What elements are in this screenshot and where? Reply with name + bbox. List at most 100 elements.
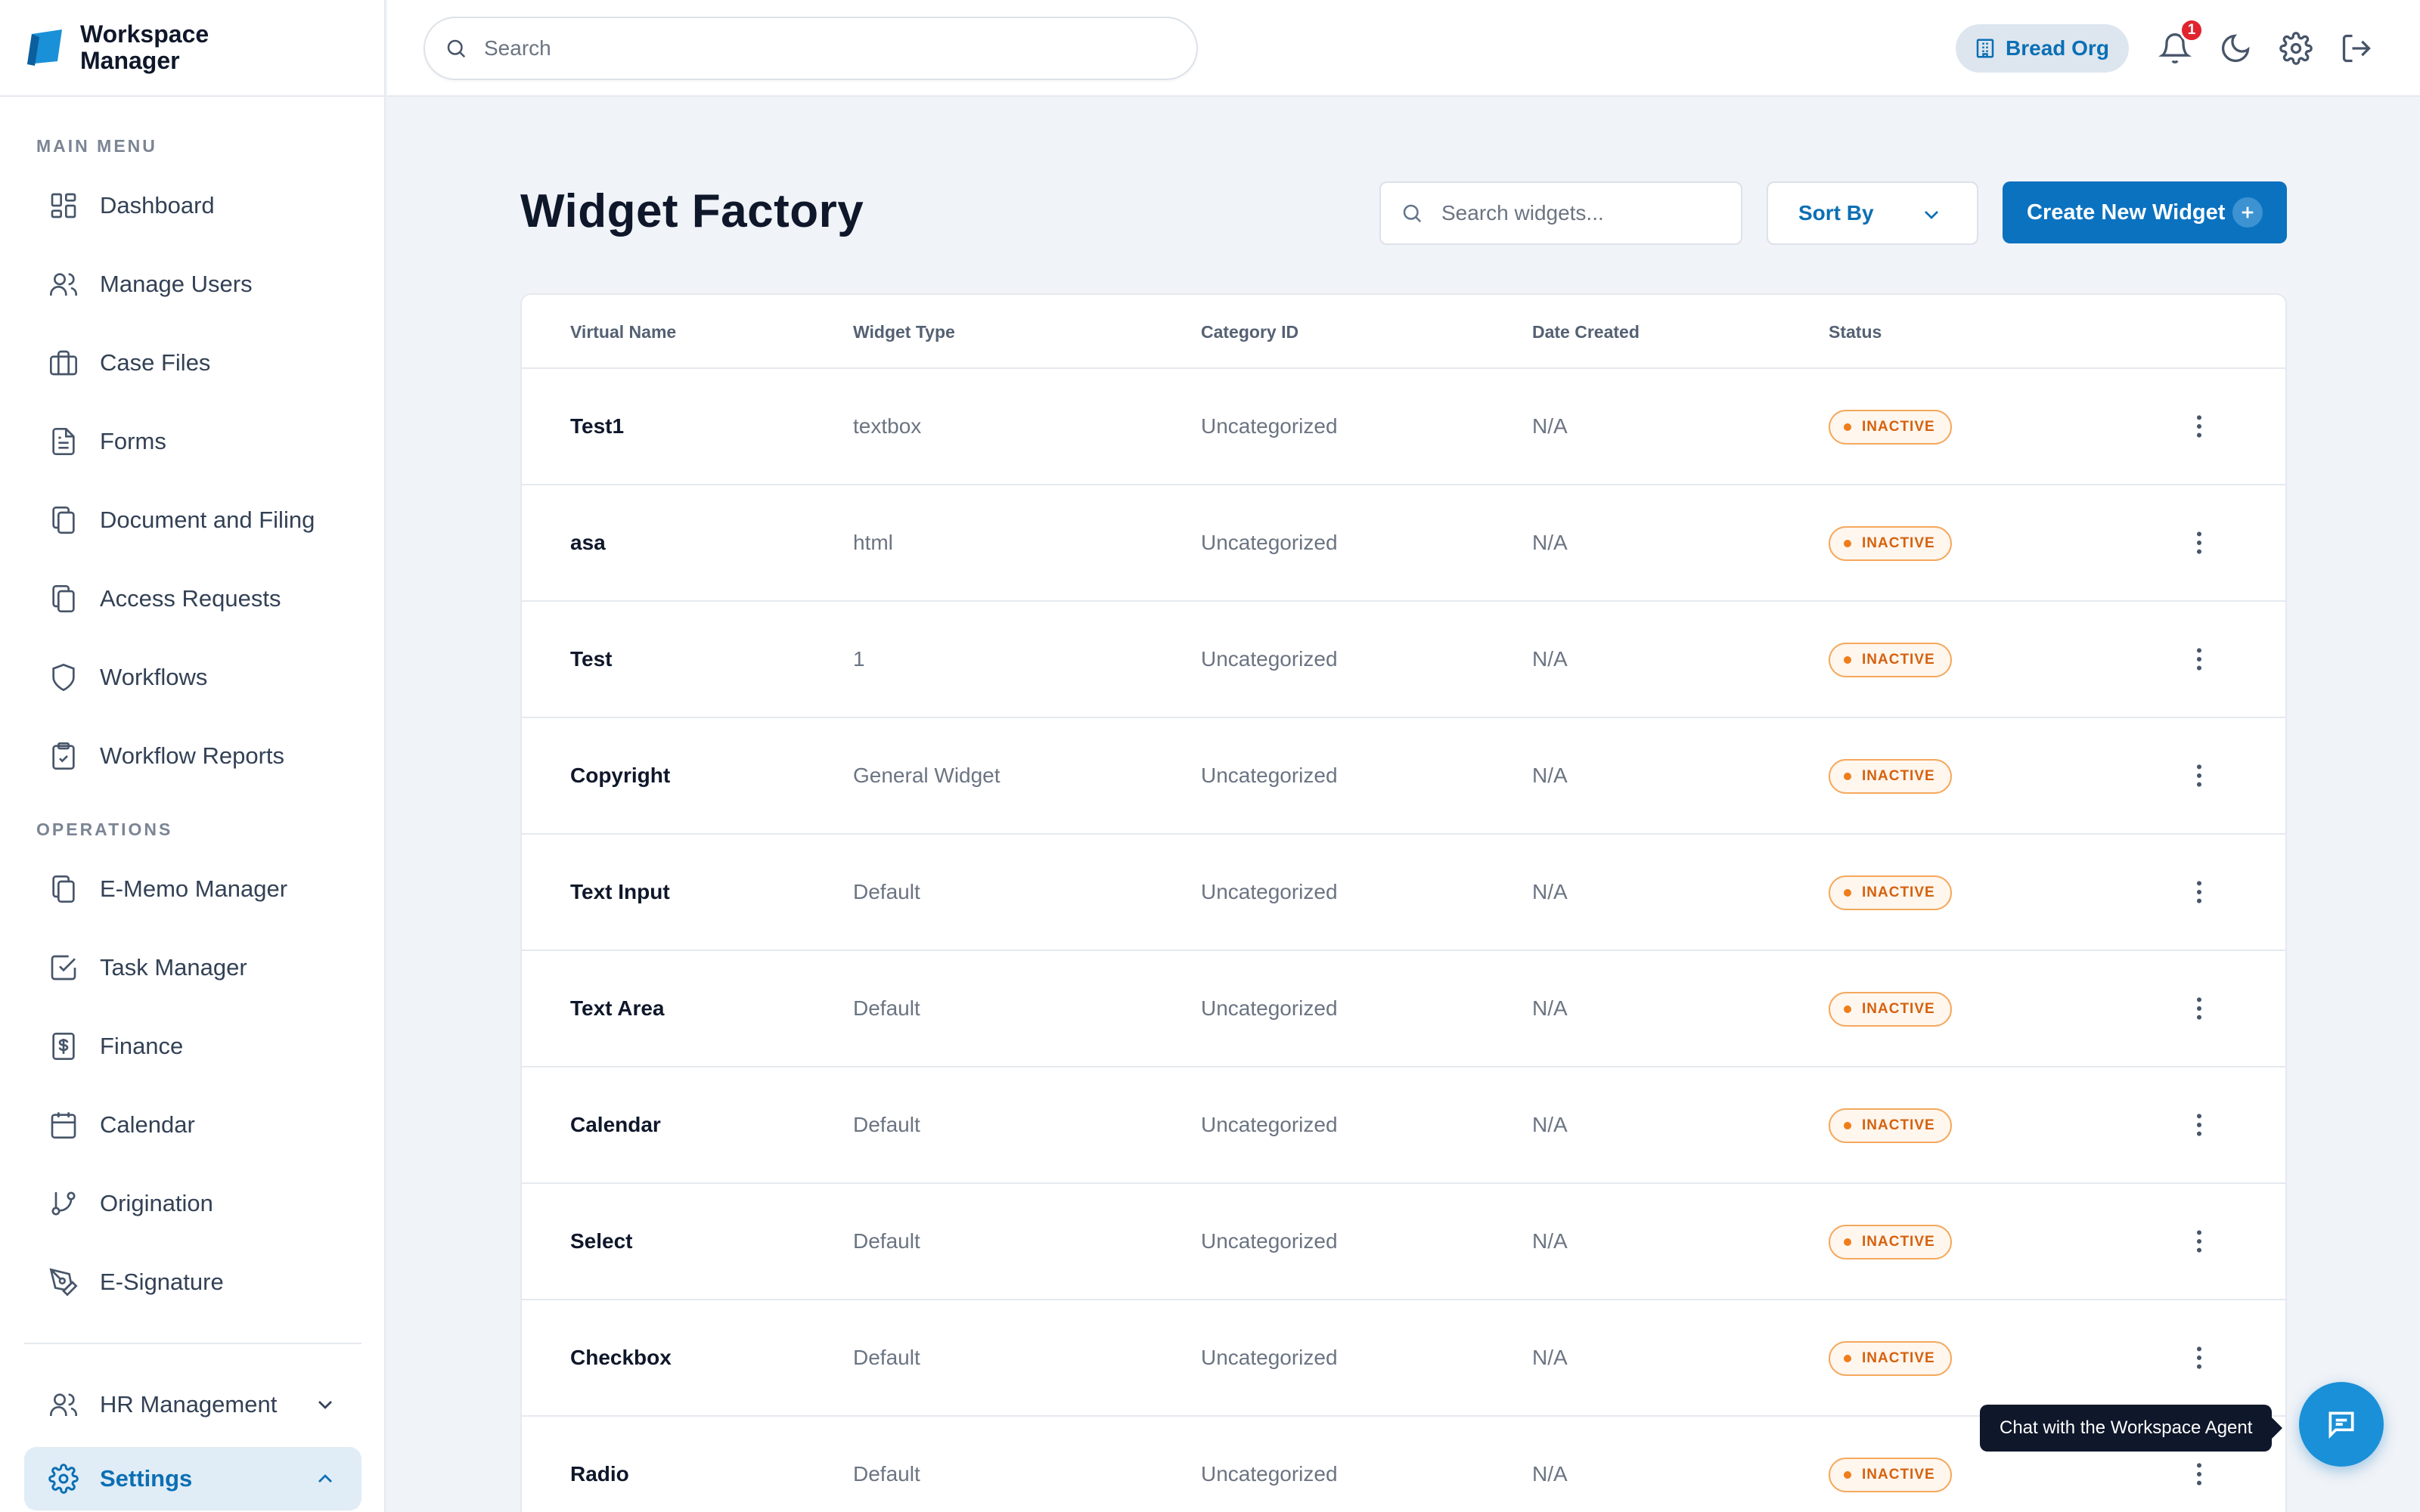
cell-virtual-name: Calendar xyxy=(570,1113,661,1136)
logout-icon[interactable] xyxy=(2340,32,2373,65)
status-badge: INACTIVE xyxy=(1829,410,1952,445)
table-row[interactable]: Test 1 Uncategorized N/A INACTIVE xyxy=(522,602,2285,718)
sidebar-item-label: Origination xyxy=(100,1190,213,1216)
sidebar-divider xyxy=(24,1343,361,1344)
cell-virtual-name: Test1 xyxy=(570,414,625,438)
status-dot xyxy=(1844,540,1851,547)
column-header-virtual-name[interactable]: Virtual Name xyxy=(570,322,676,342)
sidebar-item-label: Document and Filing xyxy=(100,507,315,533)
org-switcher[interactable]: Bread Org xyxy=(1956,24,2129,73)
chevron-up-icon[interactable] xyxy=(313,1467,337,1491)
sidebar-item-e-memo-manager[interactable]: E-Memo Manager xyxy=(24,857,361,921)
topbar: Bread Org 1 xyxy=(387,0,2420,97)
gear-icon[interactable] xyxy=(2279,32,2313,65)
sidebar-item-task-manager[interactable]: Task Manager xyxy=(24,936,361,999)
sidebar-item-access-requests[interactable]: Access Requests xyxy=(24,567,361,631)
status-text: INACTIVE xyxy=(1862,768,1935,784)
sidebar-item-settings[interactable]: Settings xyxy=(24,1447,361,1510)
widget-search[interactable] xyxy=(1379,181,1742,245)
global-search-input[interactable] xyxy=(484,36,1150,60)
cell-date-created: N/A xyxy=(1532,1229,1568,1253)
table-row[interactable]: Test1 textbox Uncategorized N/A INACTIVE xyxy=(522,369,2285,485)
copy-icon xyxy=(52,585,75,612)
table-row[interactable]: Calendar Default Uncategorized N/A INACTIVE xyxy=(522,1067,2285,1184)
sort-by-dropdown[interactable]: Sort By xyxy=(1767,181,1978,245)
status-dot xyxy=(1844,1238,1851,1246)
sidebar-item-workflow-reports[interactable]: Workflow Reports xyxy=(24,724,361,788)
more-vertical-icon[interactable] xyxy=(2184,877,2214,907)
check-square-icon xyxy=(51,955,76,981)
global-search[interactable] xyxy=(424,17,1198,80)
more-vertical-icon[interactable] xyxy=(2184,993,2214,1024)
column-header-date-created[interactable]: Date Created xyxy=(1532,322,1640,342)
notification-badge: 1 xyxy=(2180,18,2204,42)
more-vertical-icon[interactable] xyxy=(2184,761,2214,791)
sidebar-item-manage-users[interactable]: Manage Users xyxy=(24,253,361,316)
more-vertical-icon[interactable] xyxy=(2184,644,2214,674)
sidebar-item-dashboard[interactable]: Dashboard xyxy=(24,174,361,237)
status-badge: INACTIVE xyxy=(1829,759,1952,794)
cell-widget-type: Default xyxy=(853,1462,920,1486)
dollar-icon xyxy=(52,1033,75,1060)
more-vertical-icon[interactable] xyxy=(2184,1459,2214,1489)
sidebar-item-calendar[interactable]: Calendar xyxy=(24,1093,361,1157)
sidebar: Workspace Manager MAIN MENU Dashboard Ma… xyxy=(0,0,386,1512)
page-title: Widget Factory xyxy=(520,185,864,237)
chevron-down-icon[interactable] xyxy=(313,1393,337,1417)
sidebar-item-label: Calendar xyxy=(100,1111,195,1138)
column-header-status[interactable]: Status xyxy=(1829,322,1882,342)
more-vertical-icon[interactable] xyxy=(2184,1226,2214,1256)
calendar-icon xyxy=(51,1112,76,1139)
status-badge: INACTIVE xyxy=(1829,992,1952,1027)
sidebar-item-case-files[interactable]: Case Files xyxy=(24,331,361,395)
moon-icon[interactable] xyxy=(2219,32,2252,65)
plus-icon xyxy=(2232,197,2263,228)
table-row[interactable]: Text Input Default Uncategorized N/A INACTIV… xyxy=(522,835,2285,951)
sidebar-item-label: Forms xyxy=(100,428,166,454)
table-row[interactable]: Text Area Default Uncategorized N/A INACTIVE xyxy=(522,951,2285,1067)
table-row[interactable]: asa html Uncategorized N/A INACTIVE xyxy=(522,485,2285,602)
sidebar-item-e-signature[interactable]: E-Signature xyxy=(24,1250,361,1314)
table-row[interactable]: Select Default Uncategorized N/A INACTIVE xyxy=(522,1184,2285,1300)
more-vertical-icon[interactable] xyxy=(2184,528,2214,558)
sidebar-item-document-and-filing[interactable]: Document and Filing xyxy=(24,488,361,552)
cell-category-id: Uncategorized xyxy=(1201,764,1338,787)
main-menu-label: MAIN MENU xyxy=(36,136,157,156)
table-row[interactable]: Copyright General Widget Uncategorized N/A I… xyxy=(522,718,2285,835)
status-text: INACTIVE xyxy=(1862,1467,1935,1483)
cell-widget-type: textbox xyxy=(853,414,922,438)
cell-virtual-name: Copyright xyxy=(570,764,671,787)
create-new-widget-button[interactable]: Create New Widget xyxy=(2003,181,2287,243)
cell-virtual-name: asa xyxy=(570,531,606,554)
sidebar-item-origination[interactable]: Origination xyxy=(24,1172,361,1235)
cell-category-id: Uncategorized xyxy=(1201,1462,1338,1486)
status-badge: INACTIVE xyxy=(1829,643,1952,677)
users-icon xyxy=(50,1393,77,1416)
sidebar-item-hr-management[interactable]: HR Management xyxy=(24,1373,361,1436)
sidebar-item-workflows[interactable]: Workflows xyxy=(24,646,361,709)
git-branch-icon xyxy=(51,1191,76,1216)
sidebar-item-label: Case Files xyxy=(100,349,211,376)
more-vertical-icon[interactable] xyxy=(2184,1110,2214,1140)
sidebar-item-forms[interactable]: Forms xyxy=(24,410,361,473)
sidebar-item-label: E-Signature xyxy=(100,1269,224,1295)
widget-search-input[interactable] xyxy=(1441,201,1729,225)
status-dot xyxy=(1844,1005,1851,1013)
cell-category-id: Uncategorized xyxy=(1201,647,1338,671)
brand[interactable]: Workspace Manager xyxy=(0,0,384,97)
status-text: INACTIVE xyxy=(1862,652,1935,668)
briefcase-icon xyxy=(50,350,77,376)
table-row[interactable]: Checkbox Default Uncategorized N/A INACTIVE xyxy=(522,1300,2285,1417)
cell-virtual-name: Test xyxy=(570,647,613,671)
column-header-widget-type[interactable]: Widget Type xyxy=(853,322,955,342)
cell-virtual-name: Text Input xyxy=(570,880,670,903)
more-vertical-icon[interactable] xyxy=(2184,411,2214,442)
status-text: INACTIVE xyxy=(1862,1001,1935,1017)
sidebar-item-finance[interactable]: Finance xyxy=(24,1015,361,1078)
status-badge: INACTIVE xyxy=(1829,526,1952,561)
cell-category-id: Uncategorized xyxy=(1201,1113,1338,1136)
column-header-category-id[interactable]: Category ID xyxy=(1201,322,1298,342)
status-dot xyxy=(1844,889,1851,897)
more-vertical-icon[interactable] xyxy=(2184,1343,2214,1373)
workspace-agent-button[interactable] xyxy=(2299,1382,2384,1467)
